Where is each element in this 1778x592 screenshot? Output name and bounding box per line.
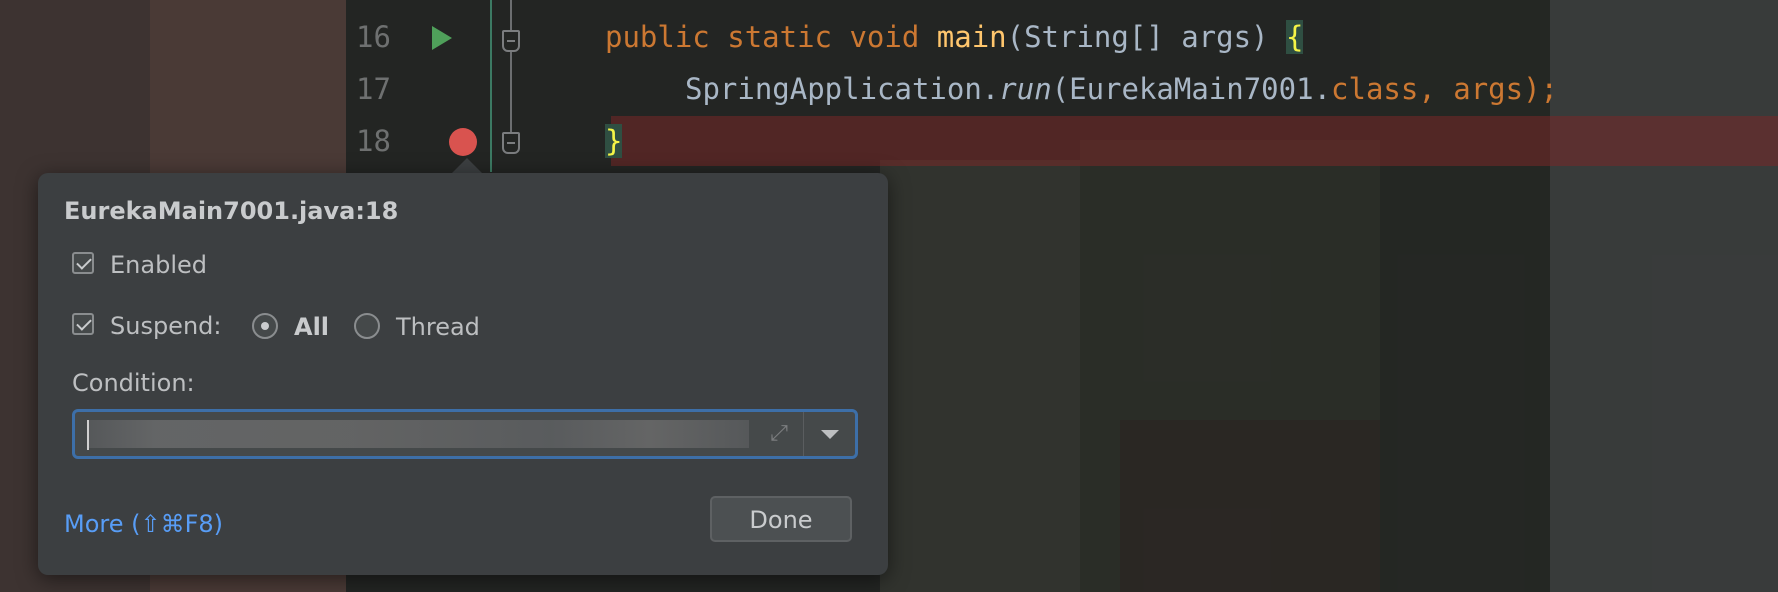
more-link[interactable]: More (⇧⌘F8): [64, 510, 223, 538]
line-number: 17: [356, 72, 391, 106]
code-token: public: [605, 20, 710, 54]
fold-guide: [510, 52, 512, 132]
code-token: main: [936, 20, 1007, 54]
expand-icon[interactable]: ⤢: [765, 420, 793, 448]
suspend-checkbox[interactable]: [72, 313, 94, 335]
fold-guide: [510, 0, 512, 30]
code-token: , args);: [1418, 72, 1559, 106]
suspend-thread-radio[interactable]: [354, 313, 380, 339]
code-token: (EurekaMain7001.: [1051, 72, 1332, 106]
fold-icon[interactable]: [502, 30, 520, 52]
code-token: {: [1285, 20, 1304, 54]
condition-label: Condition:: [72, 369, 195, 397]
fold-icon[interactable]: [502, 132, 520, 154]
popup-title: EurekaMain7001.java:18: [64, 197, 399, 225]
condition-input[interactable]: ⤢: [72, 409, 858, 459]
code-token: }: [605, 124, 623, 158]
code-token: class: [1331, 72, 1419, 106]
popup-pointer: [451, 158, 483, 174]
code-token: void: [849, 20, 920, 54]
enabled-checkbox[interactable]: [72, 252, 94, 274]
dropdown-separator: [803, 412, 804, 456]
suspend-all-radio[interactable]: [252, 313, 278, 339]
code-line-16: public static void main(String[] args) {: [605, 20, 1304, 54]
code-line-17: SpringApplication.run(EurekaMain7001.cla…: [685, 72, 1558, 106]
suspend-thread-label: Thread: [396, 313, 480, 341]
code-token: run: [999, 72, 1052, 106]
suspend-label: Suspend:: [110, 312, 222, 340]
line-number: 18: [356, 124, 391, 158]
code-token: (String[] args): [1006, 20, 1286, 54]
chevron-down-icon[interactable]: [821, 430, 839, 439]
done-button[interactable]: Done: [710, 496, 852, 542]
suspend-all-label: All: [294, 313, 330, 341]
breakpoint-popup: EurekaMain7001.java:18 Enabled Suspend: …: [38, 173, 888, 575]
code-line-18: }: [605, 124, 623, 158]
line-number: 16: [356, 20, 391, 54]
breakpoint-line-highlight: [611, 116, 1778, 166]
change-marker: [490, 0, 492, 172]
text-caret: [87, 420, 89, 450]
code-token: SpringApplication.: [685, 72, 1000, 106]
condition-suggestion-blur: [89, 420, 749, 448]
enabled-label: Enabled: [110, 251, 207, 279]
code-token: static: [727, 20, 832, 54]
run-icon[interactable]: [432, 26, 452, 50]
breakpoint-icon[interactable]: [449, 128, 477, 156]
